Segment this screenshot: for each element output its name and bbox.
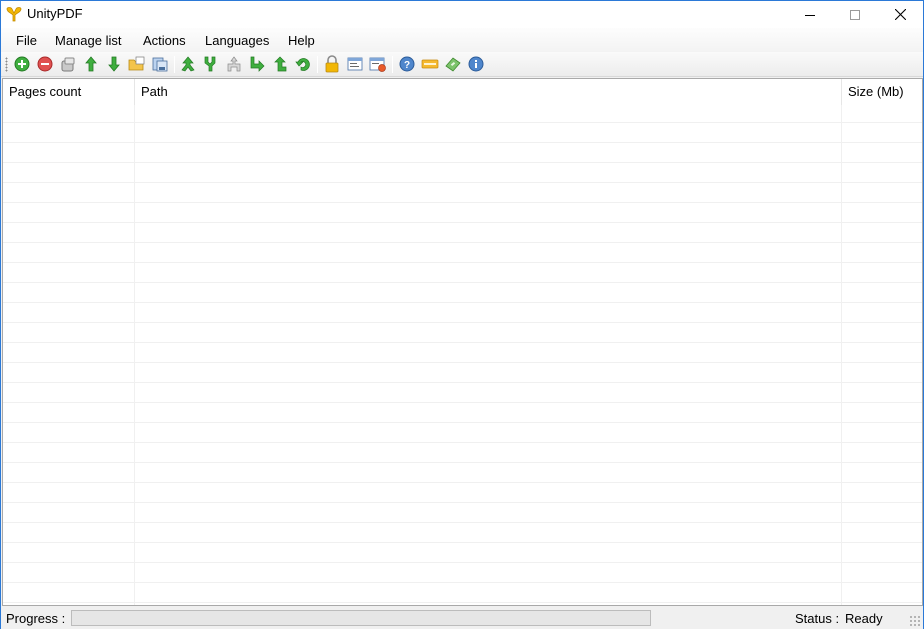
grid-row-line [3,582,922,583]
rotate-right-icon[interactable] [248,55,266,73]
column-header-path[interactable]: Path [134,79,841,105]
toolbar-separator [317,56,318,73]
open-folder-icon[interactable] [128,55,146,73]
move-down-icon[interactable] [105,55,123,73]
grid-column-line [841,105,842,605]
move-up-icon[interactable] [82,55,100,73]
help-icon[interactable]: ? [398,55,416,73]
grid-row-line [3,382,922,383]
app-logo-icon [6,7,22,22]
grid-row-line [3,182,922,183]
grid-row-line [3,442,922,443]
window-title: UnityPDF [27,6,83,21]
progress-bar [71,610,651,626]
column-header-pages-count[interactable]: Pages count [3,79,134,105]
grid-row-line [3,522,922,523]
svg-text:?: ? [404,60,410,71]
toolbar-separator [174,56,175,73]
grid-row-line [3,222,922,223]
menu-actions[interactable]: Actions [143,33,186,48]
grid-row-line [3,462,922,463]
grid-row-line [3,542,922,543]
remove-icon[interactable] [36,55,54,73]
menu-help[interactable]: Help [288,33,315,48]
grid-row-line [3,562,922,563]
file-list[interactable]: Pages count Path Size (Mb) [2,78,923,606]
column-header-size[interactable]: Size (Mb) [841,79,922,105]
menu-file[interactable]: File [16,33,37,48]
grid-row-line [3,142,922,143]
grid-row-line [3,322,922,323]
extract-icon[interactable] [225,55,243,73]
merge-icon[interactable] [179,55,197,73]
rotate-up-icon[interactable] [271,55,289,73]
close-icon [894,9,906,20]
toolbar-grip[interactable] [5,57,8,72]
grid-row-line [3,122,922,123]
add-icon[interactable] [13,55,31,73]
grid-row-line [3,242,922,243]
undo-icon[interactable] [294,55,312,73]
close-button[interactable] [877,1,923,28]
grid-row-line [3,202,922,203]
app-window: UnityPDF File Manage list Actions Langua… [0,0,924,629]
new-icon[interactable] [421,55,439,73]
maximize-button[interactable] [832,1,878,28]
split-icon[interactable] [202,55,220,73]
grid-row-line [3,282,922,283]
menu-languages[interactable]: Languages [205,33,269,48]
minimize-icon [805,14,815,16]
status-label: Status : [795,611,840,626]
minimize-button[interactable] [787,1,833,28]
grid-row-line [3,502,922,503]
toolbar-separator [392,56,393,73]
resize-grip[interactable] [909,615,921,627]
lock-icon[interactable] [323,55,341,73]
clear-list-icon[interactable] [59,55,77,73]
settings-icon[interactable] [369,55,387,73]
save-list-icon[interactable] [151,55,169,73]
progress-label: Progress : [6,611,66,626]
grid-row-line [3,162,922,163]
menu-manage-list[interactable]: Manage list [55,33,121,48]
grid-row-line [3,342,922,343]
grid-row-line [3,302,922,303]
grid-row-line [3,362,922,363]
properties-icon[interactable] [346,55,364,73]
grid-row-line [3,602,922,603]
toolbar: ? [1,52,923,77]
grid-column-line [134,105,135,605]
grid-row-line [3,262,922,263]
grid-row-line [3,402,922,403]
grid-row-line [3,422,922,423]
status-bar: Progress : Status : Ready [1,607,923,629]
grid-row-line [3,482,922,483]
register-icon[interactable] [444,55,462,73]
title-bar[interactable]: UnityPDF [1,1,923,28]
maximize-icon [850,9,860,20]
menu-bar: File Manage list Actions Languages Help [1,28,923,52]
status-value: Ready [845,611,883,626]
info-icon[interactable] [467,55,485,73]
